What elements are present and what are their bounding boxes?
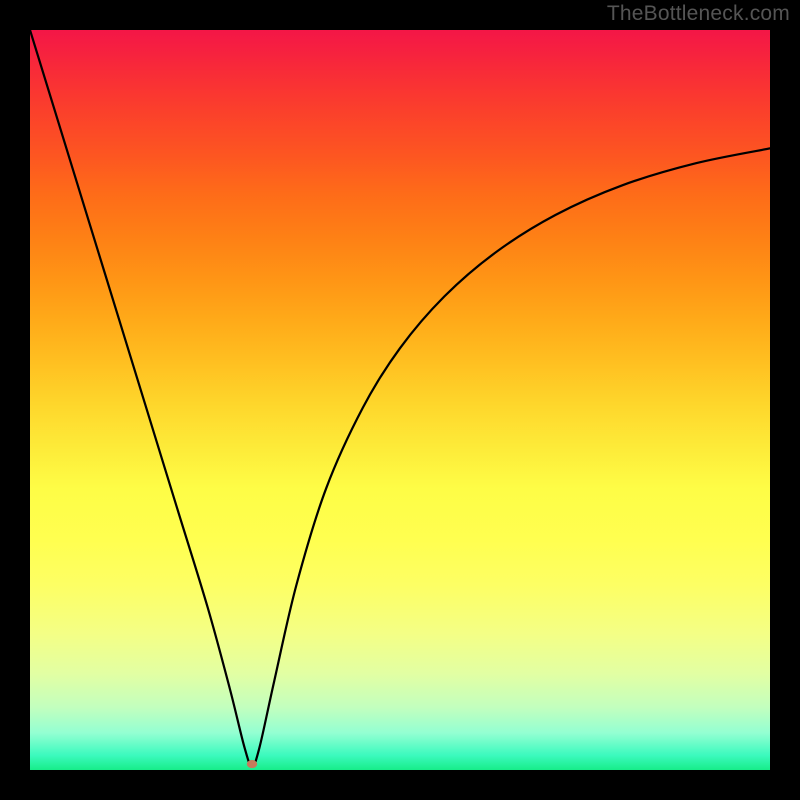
watermark-text: TheBottleneck.com — [607, 2, 790, 26]
curve-svg — [30, 30, 770, 770]
bottleneck-curve — [30, 30, 770, 766]
plot-area — [30, 30, 770, 770]
chart-frame: TheBottleneck.com — [0, 0, 800, 800]
minimum-marker — [247, 760, 257, 768]
